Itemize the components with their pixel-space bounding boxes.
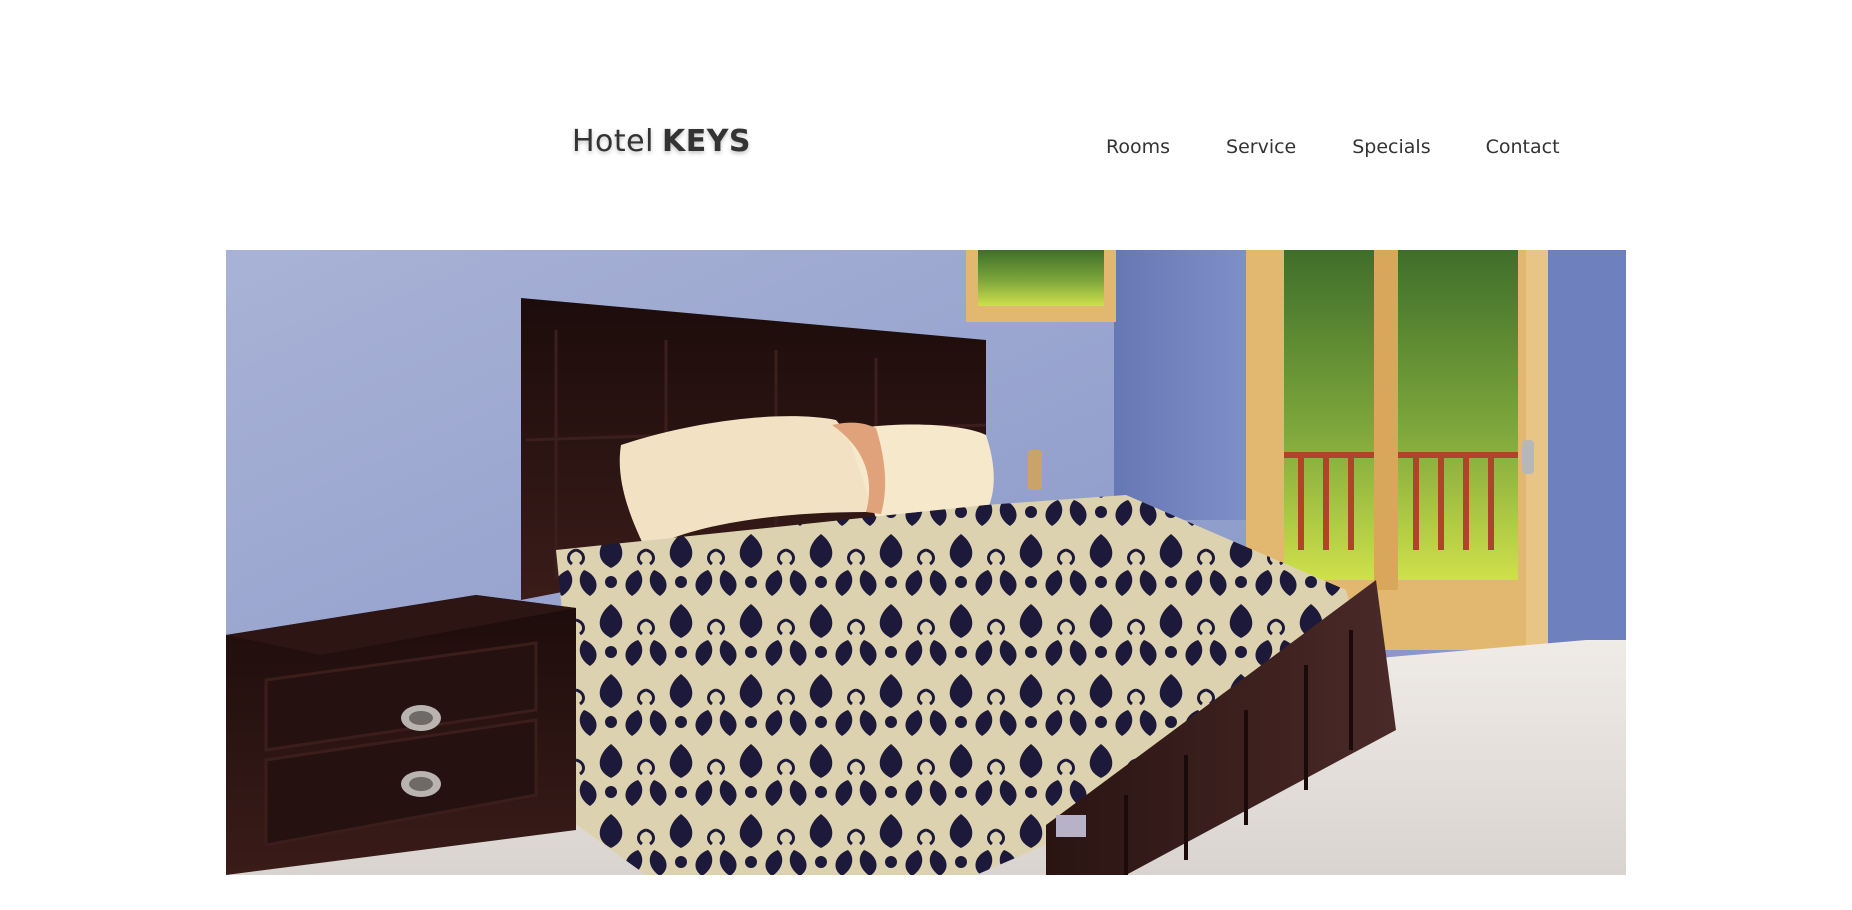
nav-link-specials[interactable]: Specials: [1352, 132, 1430, 162]
nav-link-contact[interactable]: Contact: [1486, 132, 1560, 162]
nav-link-rooms[interactable]: Rooms: [1106, 132, 1170, 162]
logo-word-hotel: Hotel: [572, 124, 654, 159]
nav-link-service[interactable]: Service: [1226, 132, 1296, 162]
site-logo[interactable]: Hotel KEYS: [572, 122, 751, 162]
hero-image: [226, 250, 1626, 875]
main-nav: Rooms Service Specials Contact: [1106, 132, 1560, 162]
bedroom-photo: [226, 250, 1626, 875]
logo-word-keys: KEYS: [661, 124, 752, 159]
site-header: Hotel KEYS Rooms Service Specials Contact: [0, 0, 1852, 250]
